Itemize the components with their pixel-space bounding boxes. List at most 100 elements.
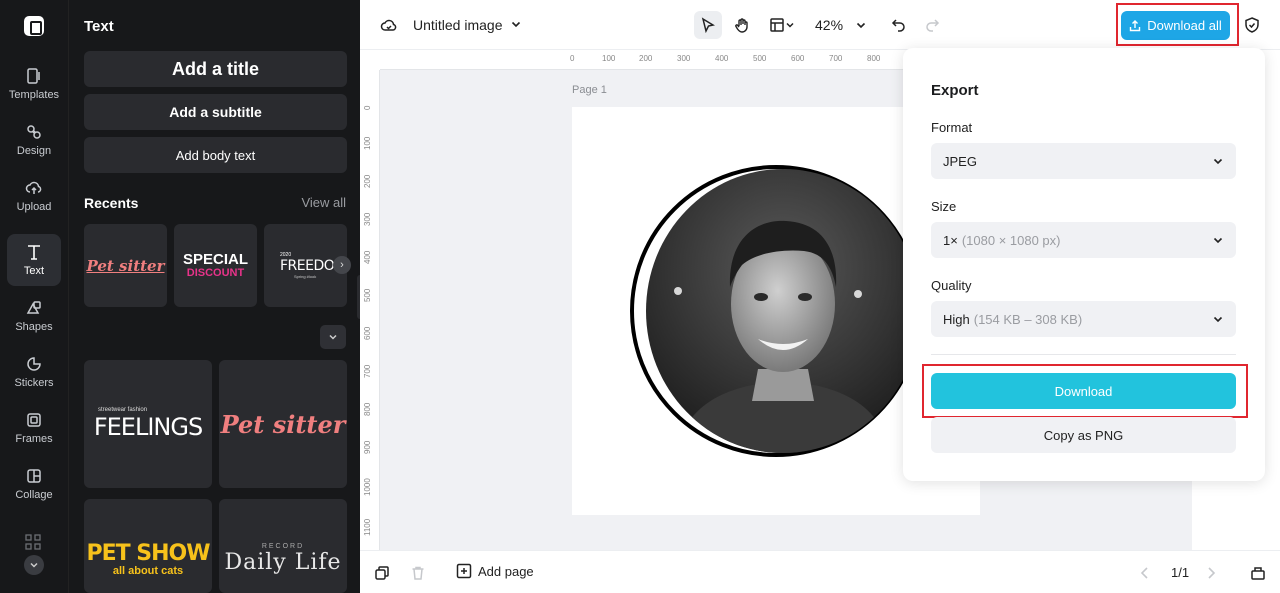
hand-icon [735,18,748,33]
sidebar-item-label: Upload [16,201,52,213]
chevron-down-icon [1213,237,1223,244]
recents-next-button[interactable]: › [333,256,351,274]
sidebar-item-collage[interactable]: Collage [7,458,61,510]
format-label: Format [931,120,973,135]
add-subtitle-button[interactable]: Add a subtitle [84,94,347,130]
redo-button[interactable] [920,11,944,39]
size-select[interactable]: 1× (1080 × 1080 px) [931,222,1236,258]
view-all-link[interactable]: View all [301,195,346,210]
template-text: FEELINGS [93,413,203,441]
ruler-tick: 600 [363,326,372,340]
chevron-down-icon [786,22,794,28]
page-counter: 1/1 [1171,565,1190,580]
sidebar-item-templates[interactable]: Templates [7,58,61,110]
size-label: Size [931,199,957,214]
add-page-label: Add page [478,563,534,579]
template-subtext: all about cats [112,565,184,577]
chevron-right-icon[interactable] [1203,565,1219,581]
sidebar-item-upload[interactable]: Upload [7,170,61,222]
shield-icon[interactable] [1243,16,1261,34]
copy-as-png-button[interactable]: Copy as PNG [931,417,1236,453]
trash-icon[interactable] [410,565,426,581]
cursor-icon [701,17,715,33]
sidebar-item-label: Text [23,265,45,277]
divider [931,354,1236,355]
duplicate-page-icon[interactable] [374,565,390,581]
text-icon [28,245,40,260]
sidebar-item-text[interactable]: Text [7,234,61,286]
undo-button[interactable] [887,11,911,39]
stickers-icon [27,357,41,371]
quality-label: Quality [931,278,972,293]
chevron-left-icon[interactable] [1137,565,1153,581]
more-button[interactable] [24,555,44,575]
text-template-card[interactable]: PET SHOW all about cats [84,499,212,593]
text-panel: Text Add a title Add a subtitle Add body… [68,0,360,593]
profile-photo[interactable] [646,169,920,453]
ruler-tick: 400 [715,54,729,63]
collapse-button[interactable] [320,325,346,349]
chevron-down-icon[interactable] [510,18,522,30]
ruler-tick: 200 [363,174,372,188]
cloud-sync-icon[interactable] [380,16,398,34]
sidebar-item-frames[interactable]: Frames [7,402,61,454]
ruler-tick: 400 [363,250,372,264]
text-template-card[interactable]: streetwear fashion FEELINGS [84,360,212,488]
recent-text-style[interactable]: SPECIAL DISCOUNT [174,224,257,307]
ruler-tick: 800 [363,402,372,416]
frames-icon [27,413,41,427]
sidebar-item-shapes[interactable]: Shapes [7,290,61,342]
quality-select[interactable]: High (154 KB – 308 KB) [931,301,1236,337]
ruler-tick: 700 [363,364,372,378]
chevron-down-icon [30,562,38,568]
zoom-level[interactable]: 42% [815,17,843,33]
select-tool-button[interactable] [694,11,722,39]
recent-style-subtext: Spring #look [294,274,317,279]
sidebar-item-label: Frames [15,433,53,445]
pages-panel-icon[interactable] [1250,565,1266,581]
template-small-text: RECORD [261,543,305,550]
ruler-tick: 100 [363,136,372,150]
ruler-tick: 500 [753,54,767,63]
ruler-tick: 700 [829,54,843,63]
size-detail: (1080 × 1080 px) [961,232,1061,248]
layout-menu-button[interactable] [764,11,800,39]
undo-icon [891,19,905,32]
chevron-down-icon [1213,158,1223,165]
app-window: Templates Design Upload Text Shapes Stic… [0,0,1280,593]
add-title-button[interactable]: Add a title [84,51,347,87]
ruler-tick: 600 [791,54,805,63]
format-value: JPEG [943,153,977,169]
ruler-tick: 200 [639,54,653,63]
add-page-button[interactable]: Add page [456,563,534,579]
apps-grid-icon[interactable] [25,534,41,550]
shapes-icon [26,301,41,314]
sidebar-item-stickers[interactable]: Stickers [7,346,61,398]
ruler-tick: 800 [867,54,881,63]
top-toolbar: Untitled image 42% Download all [360,0,1280,50]
text-template-card[interactable]: RECORD Daily Life [219,499,347,593]
ruler-tick: 0 [570,54,575,63]
vertical-ruler: 0 100 200 300 400 500 600 700 800 900 10… [360,70,380,550]
recent-text-style[interactable]: Pet sitter [84,224,167,307]
download-all-button[interactable]: Download all [1121,11,1230,40]
design-icon [27,125,41,139]
export-popover: Export Format JPEG Size 1× (1080 × 1080 … [903,48,1265,481]
document-title[interactable]: Untitled image [413,17,503,33]
format-select[interactable]: JPEG [931,143,1236,179]
recent-style-text: SPECIAL [182,250,248,268]
sidebar-item-label: Design [16,145,52,157]
hand-tool-button[interactable] [728,11,756,39]
export-heading: Export [931,82,979,99]
add-body-text-button[interactable]: Add body text [84,137,347,173]
ruler-tick: 100 [602,54,616,63]
recent-style-subtext: DISCOUNT [186,266,245,279]
app-logo-icon[interactable] [24,16,44,36]
sidebar-item-design[interactable]: Design [7,114,61,166]
ruler-tick: 300 [677,54,691,63]
chevron-down-icon[interactable] [855,19,867,31]
text-template-card[interactable]: Pet sitter [219,360,347,488]
ruler-corner [360,50,380,70]
panel-title: Text [84,18,114,35]
download-button[interactable]: Download [931,373,1236,409]
